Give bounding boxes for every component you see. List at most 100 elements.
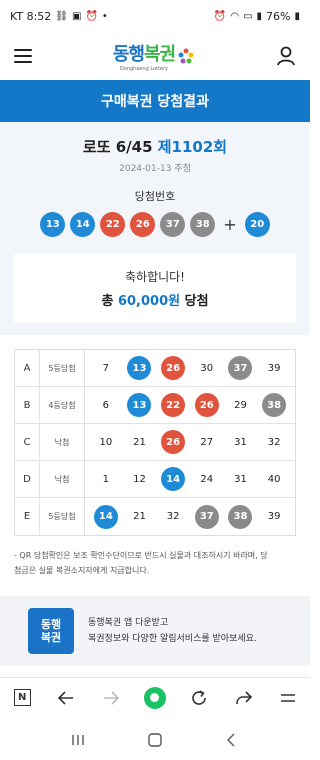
- alarm-icon: ⏰: [85, 10, 98, 22]
- back-button[interactable]: [51, 683, 81, 713]
- chevron-left-icon: [226, 733, 235, 747]
- battery-level: 76%: [266, 9, 291, 23]
- image-icon: ▣: [71, 10, 82, 22]
- game-rank: 낙첨: [40, 461, 85, 497]
- matched-number: 38: [228, 504, 253, 529]
- winning-ball: 22: [100, 212, 126, 237]
- dhlottery-logo[interactable]: 동행복권 Donghaeng Lottery: [113, 40, 195, 72]
- number: 40: [267, 473, 281, 485]
- number: 31: [234, 473, 247, 485]
- number: 39: [267, 511, 281, 522]
- refresh-icon: [192, 689, 207, 705]
- game-numbers: 1 12 14 24 31 40: [85, 461, 295, 497]
- battery-icon: ▮: [294, 10, 300, 22]
- game-rank: 5등당첨: [40, 350, 85, 386]
- recents-button[interactable]: [63, 725, 93, 755]
- result-row: D 낙첨 1 12 14 24 31 40: [15, 461, 295, 498]
- game-rank: 4등당첨: [40, 387, 85, 423]
- game-letter: B: [15, 387, 40, 423]
- draw-round: 제1102회: [157, 138, 228, 156]
- matched-number: 38: [262, 393, 287, 417]
- ticket-results-table: A 5등당첨 7 13 26 30 37 39 B 4등당첨 6 13 22 26 29 38 C 낙첨 10 21 2…: [14, 349, 296, 536]
- arrow-left-icon: [58, 690, 74, 705]
- signal-icon: ▮: [256, 10, 263, 22]
- qr-notice: - QR 당첨확인은 보조 확인수단이므로 반드시 실물과 대조하시기 바라며,…: [14, 551, 268, 575]
- number: 10: [99, 436, 113, 448]
- winning-numbers-label: 당첨번호: [134, 190, 176, 203]
- matched-number: 37: [194, 504, 219, 529]
- forward-button[interactable]: [96, 683, 126, 713]
- logo-text: 동행복권: [112, 44, 176, 65]
- matched-number: 22: [161, 393, 186, 417]
- home-nav-button[interactable]: [140, 725, 170, 755]
- naver-button[interactable]: N: [7, 683, 37, 713]
- congrats-message: 축하합니다!: [124, 269, 185, 284]
- volte-icon: ▭: [243, 10, 253, 22]
- share-icon: [235, 690, 252, 704]
- status-right: ⏰ ◠ ▭ ▮ 76% ▮: [214, 10, 300, 23]
- game-letter: A: [15, 350, 40, 386]
- app-logo: 동행 복권: [28, 608, 74, 654]
- matched-number: 26: [161, 430, 186, 454]
- menu-icon[interactable]: [14, 49, 32, 63]
- result-row: A 5등당첨 7 13 26 30 37 39: [15, 350, 295, 387]
- game-numbers: 10 21 26 27 31 32: [85, 424, 295, 460]
- wifi-icon: ◠: [230, 10, 240, 22]
- share-button[interactable]: [229, 683, 259, 713]
- result-row: E 5등당첨 14 21 32 37 38 39: [15, 498, 295, 535]
- number: 31: [234, 436, 247, 448]
- number: 39: [267, 362, 281, 374]
- winning-numbers: 13 14 22 26 37 38 + 20: [14, 212, 296, 237]
- number: 27: [200, 436, 214, 448]
- number: 12: [133, 473, 146, 485]
- matched-number: 26: [194, 393, 219, 417]
- winning-ball: 14: [70, 212, 96, 237]
- matched-number: 26: [161, 356, 186, 380]
- game-numbers: 7 13 26 30 37 39: [85, 350, 295, 386]
- winning-ball: 38: [190, 212, 216, 237]
- number: 7: [102, 362, 110, 374]
- matched-number: 14: [93, 504, 118, 529]
- winning-ball: 13: [40, 212, 66, 237]
- browser-toolbar: N: [0, 677, 310, 717]
- result-row: B 4등당첨 6 13 22 26 29 38: [15, 387, 295, 424]
- carrier-time: KT 8:52: [10, 9, 52, 23]
- refresh-button[interactable]: [184, 683, 214, 713]
- matched-number: 14: [161, 467, 186, 491]
- draw-title: 로또 6/45 제1102회: [14, 136, 296, 157]
- matched-number: 37: [228, 356, 253, 380]
- game-numbers: 6 13 22 26 29 38: [85, 387, 295, 423]
- number: 21: [133, 511, 146, 522]
- game-letter: E: [15, 498, 40, 535]
- plus-sign: +: [223, 215, 237, 234]
- app-download-banner[interactable]: 동행 복권 동행복권 앱 다운받고 복권정보와 다양한 알림서비스를 받아보세요…: [0, 596, 310, 666]
- alarm-clock-icon: ⏰: [213, 10, 227, 22]
- number: 32: [267, 436, 281, 448]
- game-letter: C: [15, 424, 40, 460]
- number: 32: [166, 511, 180, 522]
- home-dot-icon: [143, 686, 166, 709]
- logo-flower-icon: [178, 48, 194, 64]
- home-button[interactable]: [140, 683, 170, 713]
- winning-ball: 26: [130, 212, 156, 237]
- game-numbers: 14 21 32 37 38 39: [85, 498, 295, 535]
- page-title-bar: 구매복권 당첨결과: [0, 80, 310, 122]
- draw-date: 2024-01-13 추첨: [119, 164, 191, 174]
- matched-number: 13: [127, 356, 152, 380]
- winning-ball: 37: [160, 212, 186, 237]
- game-rank: 5등당첨: [40, 498, 85, 535]
- status-bar: KT 8:52 ⛓ ▣ ⏰ • ⏰ ◠ ▭ ▮ 76% ▮: [0, 0, 310, 32]
- menu-button[interactable]: [273, 683, 303, 713]
- recents-icon: [72, 735, 85, 745]
- back-nav-button[interactable]: [217, 725, 247, 755]
- prize-total: 총 60,000원 당첨: [101, 293, 209, 309]
- app-header: 동행복권 Donghaeng Lottery: [0, 32, 310, 80]
- prize-amount: 60,000원: [117, 293, 181, 309]
- banner-text: 동행복권 앱 다운받고 복권정보와 다양한 알림서비스를 받아보세요.: [88, 618, 257, 644]
- number: 6: [102, 399, 110, 411]
- link-icon: ⛓: [55, 10, 68, 22]
- user-icon[interactable]: [276, 46, 296, 66]
- bonus-ball: 20: [244, 212, 270, 237]
- draw-section: 로또 6/45 제1102회 2024-01-13 추첨 당첨번호 13 14 …: [0, 122, 310, 335]
- game-name: 로또 6/45: [82, 138, 153, 156]
